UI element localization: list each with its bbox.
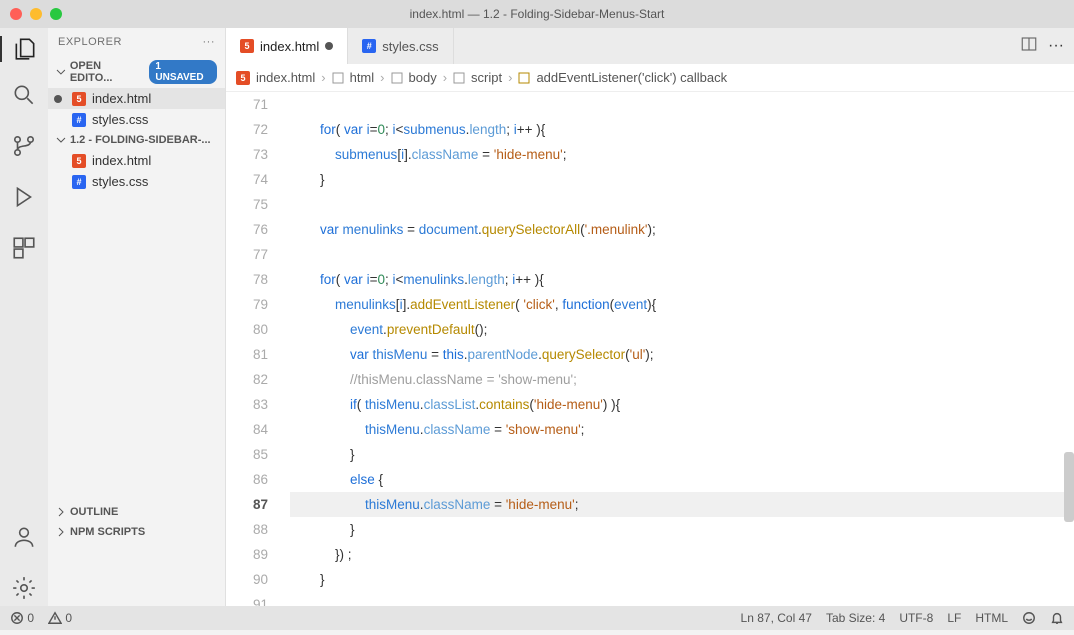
files-icon [12,36,38,62]
folder-label: 1.2 - FOLDING-SIDEBAR-... [70,134,211,146]
css-file-icon: # [72,175,86,189]
warnings-count: 0 [65,611,72,625]
tab-size[interactable]: Tab Size: 4 [826,611,885,625]
activity-bar [0,28,48,606]
line-gutter: 7172737475767778798081828384858687888990… [226,92,286,606]
sidebar: EXPLORER ··· OPEN EDITO... 1 UNSAVED 5 i… [48,28,226,606]
breadcrumb-item[interactable]: html [350,70,375,85]
chevron-right-icon: › [321,70,325,85]
search-icon [11,82,37,108]
tab-index-html[interactable]: 5 index.html [226,28,348,64]
html-file-icon: 5 [72,154,86,168]
tab-label: index.html [260,39,319,54]
file-index[interactable]: 5 index.html [48,150,225,171]
chevron-right-icon [56,507,66,517]
extensions-activity[interactable] [11,235,37,266]
branch-icon [11,133,37,159]
more-actions-button[interactable]: ··· [1048,37,1064,55]
extensions-icon [11,235,37,261]
error-icon [10,611,24,625]
html-file-icon: 5 [240,39,254,53]
css-file-icon: # [72,113,86,127]
chevron-right-icon: › [380,70,384,85]
accounts-activity[interactable] [11,524,37,555]
explorer-activity[interactable] [0,36,48,62]
eol[interactable]: LF [947,611,961,625]
folder-section[interactable]: 1.2 - FOLDING-SIDEBAR-... [48,130,225,150]
breadcrumbs[interactable]: 5 index.html › html › body › script › ad… [226,64,1074,92]
more-icon[interactable]: ··· [203,36,216,48]
notifications-button[interactable] [1050,611,1064,626]
method-icon [518,72,530,84]
status-bar: 0 0 Ln 87, Col 47 Tab Size: 4 UTF-8 LF H… [0,606,1074,630]
smiley-icon [1022,611,1036,625]
encoding[interactable]: UTF-8 [899,611,933,625]
code-editor[interactable]: 7172737475767778798081828384858687888990… [226,92,1074,606]
chevron-right-icon: › [443,70,447,85]
play-icon [11,184,37,210]
file-label: styles.css [92,174,148,189]
open-editor-index[interactable]: 5 index.html [48,88,225,109]
language-mode[interactable]: HTML [975,611,1008,625]
code-content[interactable]: for( var i=0; i<submenus.length; i++ ){ … [286,92,1074,606]
unsaved-badge: 1 UNSAVED [149,60,217,84]
sidebar-header: EXPLORER ··· [48,28,225,56]
errors-count: 0 [27,611,34,625]
scrollbar-thumb[interactable] [1064,452,1074,522]
css-file-icon: # [362,39,376,53]
run-activity[interactable] [11,184,37,215]
editor-group: 5 index.html # styles.css ··· 5 index.ht… [226,28,1074,606]
tab-styles-css[interactable]: # styles.css [348,28,453,64]
file-label: index.html [92,153,151,168]
file-label: styles.css [92,112,148,127]
tab-bar: 5 index.html # styles.css ··· [226,28,1074,64]
outline-section[interactable]: OUTLINE [48,502,225,522]
window-title: index.html — 1.2 - Folding-Sidebar-Menus… [0,7,1074,21]
breadcrumb-item[interactable]: script [471,70,502,85]
title-bar: index.html — 1.2 - Folding-Sidebar-Menus… [0,0,1074,28]
element-icon [332,72,344,84]
outline-label: OUTLINE [70,506,118,518]
chevron-right-icon [56,527,66,537]
user-icon [11,524,37,550]
html-file-icon: 5 [72,92,86,106]
chevron-down-icon [56,67,66,77]
npm-label: NPM SCRIPTS [70,526,145,538]
open-editor-styles[interactable]: # styles.css [48,109,225,130]
settings-activity[interactable] [11,575,37,606]
modified-dot-icon [54,95,62,103]
breadcrumb-item[interactable]: body [409,70,437,85]
warnings-indicator[interactable]: 0 [48,611,72,626]
file-styles[interactable]: # styles.css [48,171,225,192]
sidebar-title: EXPLORER [58,36,122,48]
modified-dot-icon [325,42,333,50]
gear-icon [11,575,37,601]
errors-indicator[interactable]: 0 [10,611,34,626]
tab-label: styles.css [382,39,438,54]
breadcrumb-item[interactable]: index.html [256,70,315,85]
html-file-icon: 5 [236,71,250,85]
npm-section[interactable]: NPM SCRIPTS [48,522,225,542]
source-control-activity[interactable] [11,133,37,164]
split-editor-button[interactable] [1020,35,1038,58]
bell-icon [1050,611,1064,625]
feedback-button[interactable] [1022,611,1036,626]
element-icon [453,72,465,84]
open-editors-label: OPEN EDITO... [70,60,146,84]
warning-icon [48,611,62,625]
chevron-right-icon: › [508,70,512,85]
element-icon [391,72,403,84]
file-label: index.html [92,91,151,106]
cursor-position[interactable]: Ln 87, Col 47 [741,611,812,625]
breadcrumb-item[interactable]: addEventListener('click') callback [536,70,727,85]
search-activity[interactable] [11,82,37,113]
split-icon [1020,35,1038,53]
open-editors-section[interactable]: OPEN EDITO... 1 UNSAVED [48,56,225,88]
chevron-down-icon [56,135,66,145]
